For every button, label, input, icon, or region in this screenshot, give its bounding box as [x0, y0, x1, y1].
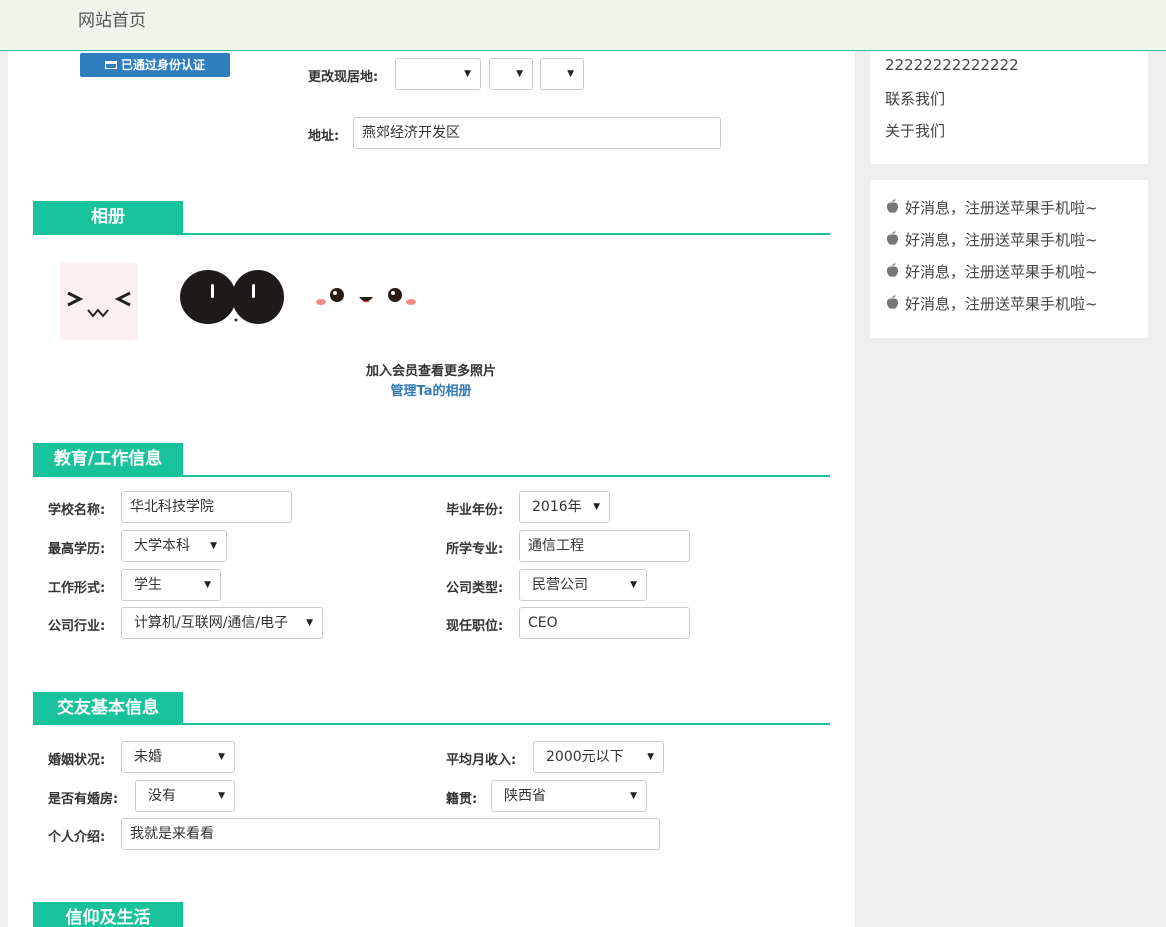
work-form-label: 工作形式: [48, 581, 106, 596]
news-item[interactable]: 好消息，注册送苹果手机啦~ [886, 229, 1098, 250]
province-select[interactable]: ▼ [395, 58, 481, 90]
contact-us-link[interactable]: 联系我们 [885, 88, 945, 109]
industry-select-value: 计算机/互联网/通信/电子 [134, 615, 289, 631]
dating-section-title: 交友基本信息 [33, 692, 183, 725]
degree-select[interactable]: 大学本科 ▼ [121, 530, 227, 562]
caret-down-icon: ▼ [218, 752, 225, 762]
caret-down-icon: ▼ [218, 791, 225, 801]
news-item[interactable]: 好消息，注册送苹果手机啦~ [886, 261, 1098, 282]
house-select[interactable]: 没有 ▼ [135, 780, 235, 812]
news-item-text: 好消息，注册送苹果手机啦~ [905, 263, 1098, 281]
caret-down-icon: ▼ [204, 580, 211, 590]
caret-down-icon: ▼ [647, 752, 654, 762]
caret-down-icon: ▼ [464, 69, 471, 79]
house-select-value: 没有 [148, 788, 176, 804]
album-photo[interactable] [60, 263, 138, 340]
school-input[interactable]: 华北科技学院 [121, 491, 292, 523]
district-select[interactable]: ▼ [540, 58, 584, 90]
top-nav-bar: 网站首页 [0, 0, 1166, 51]
news-item[interactable]: 好消息，注册送苹果手机啦~ [886, 197, 1098, 218]
income-select[interactable]: 2000元以下 ▼ [533, 741, 664, 773]
caret-down-icon: ▼ [593, 502, 600, 512]
apple-icon [886, 199, 899, 213]
company-type-select[interactable]: 民营公司 ▼ [519, 569, 647, 601]
origin-select-value: 陕西省 [504, 788, 546, 804]
manage-album-link[interactable]: 管理Ta的相册 [0, 380, 862, 399]
caret-down-icon: ▼ [516, 69, 523, 79]
industry-label: 公司行业: [48, 619, 106, 634]
industry-select[interactable]: 计算机/互联网/通信/电子 ▼ [121, 607, 323, 639]
position-label: 现任职位: [446, 619, 504, 634]
caret-down-icon: ▼ [630, 580, 637, 590]
major-input[interactable]: 通信工程 [519, 530, 690, 562]
caret-down-icon: ▼ [630, 791, 637, 801]
grad-year-select[interactable]: 2016年 ▼ [519, 491, 610, 523]
major-label: 所学专业: [446, 542, 504, 557]
news-item-text: 好消息，注册送苹果手机啦~ [905, 295, 1098, 313]
id-card-icon [104, 61, 117, 69]
nav-home-link[interactable]: 网站首页 [78, 6, 146, 31]
grad-year-label: 毕业年份: [446, 503, 504, 518]
apple-icon [886, 263, 899, 277]
position-input[interactable]: CEO [519, 607, 690, 639]
degree-label: 最高学历: [48, 542, 106, 557]
sidebar-number: 22222222222222 [885, 56, 1019, 74]
album-photo[interactable] [178, 266, 286, 328]
grad-year-select-value: 2016年 [532, 499, 582, 515]
intro-label: 个人介绍: [48, 830, 106, 845]
income-select-value: 2000元以下 [546, 749, 624, 765]
news-item-text: 好消息，注册送苹果手机啦~ [905, 199, 1098, 217]
work-form-select-value: 学生 [134, 577, 162, 593]
sidebar-news-box: 好消息，注册送苹果手机啦~ 好消息，注册送苹果手机啦~ 好消息，注册送苹果手机啦… [870, 180, 1148, 338]
marital-label: 婚姻状况: [48, 753, 106, 768]
caret-down-icon: ▼ [210, 541, 217, 551]
address-label: 地址: [308, 129, 340, 144]
album-section-title: 相册 [33, 201, 183, 234]
news-item-text: 好消息，注册送苹果手机啦~ [905, 231, 1098, 249]
address-input[interactable]: 燕郊经济开发区 [353, 117, 721, 149]
apple-icon [886, 231, 899, 245]
education-section-title: 教育/工作信息 [33, 443, 183, 476]
origin-label: 籍贯: [446, 792, 478, 807]
residence-label: 更改现居地: [308, 70, 379, 85]
apple-icon [886, 295, 899, 309]
faith-section-title: 信仰及生活 [33, 902, 183, 927]
company-type-select-value: 民营公司 [532, 577, 588, 593]
verified-badge-label: 已通过身份认证 [120, 58, 205, 72]
caret-down-icon: ▼ [567, 69, 574, 79]
company-type-label: 公司类型: [446, 581, 504, 596]
school-label: 学校名称: [48, 503, 106, 518]
sidebar-info-box: 22222222222222 联系我们 关于我们 [870, 40, 1148, 164]
about-us-link[interactable]: 关于我们 [885, 120, 945, 141]
caret-down-icon: ▼ [306, 618, 313, 628]
work-form-select[interactable]: 学生 ▼ [121, 569, 221, 601]
intro-input[interactable]: 我就是来看看 [121, 818, 660, 850]
house-label: 是否有婚房: [48, 792, 119, 807]
degree-select-value: 大学本科 [134, 538, 190, 554]
news-item[interactable]: 好消息，注册送苹果手机啦~ [886, 293, 1098, 314]
album-photo[interactable] [310, 280, 420, 316]
marital-select-value: 未婚 [134, 749, 162, 765]
join-member-text: 加入会员查看更多照片 [365, 364, 496, 379]
verified-badge[interactable]: 已通过身份认证 [80, 53, 230, 77]
marital-select[interactable]: 未婚 ▼ [121, 741, 235, 773]
city-select[interactable]: ▼ [489, 58, 533, 90]
income-label: 平均月收入: [446, 753, 517, 768]
origin-select[interactable]: 陕西省 ▼ [491, 780, 647, 812]
